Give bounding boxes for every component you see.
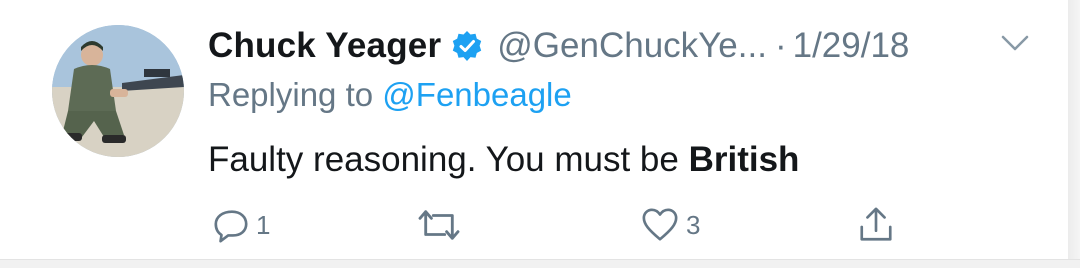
tweet-card[interactable]: Chuck Yeager @GenChuckYe... · 1/29/18 Re… — [0, 0, 1068, 260]
reply-mention-link[interactable]: @Fenbeagle — [382, 76, 571, 113]
right-edge-shadow — [1068, 0, 1080, 268]
tweet-header: Chuck Yeager @GenChuckYe... · 1/29/18 — [208, 22, 909, 70]
tweet-text-plain: Faulty reasoning. You must be — [208, 140, 679, 179]
tweet-text-bold: British — [688, 140, 800, 179]
retweet-button[interactable] — [412, 200, 472, 250]
verified-badge-icon — [451, 30, 483, 62]
share-icon — [857, 206, 895, 244]
bottom-divider — [0, 259, 1080, 268]
like-icon — [640, 206, 680, 244]
tweet-text: Faulty reasoning. You must be British — [208, 140, 799, 180]
reply-icon — [212, 206, 250, 244]
like-button[interactable]: 3 — [640, 200, 700, 250]
header-separator: · — [774, 26, 787, 65]
author-handle[interactable]: @GenChuckYe... — [497, 26, 767, 66]
tweet-date[interactable]: 1/29/18 — [793, 26, 910, 66]
share-button[interactable] — [857, 200, 895, 250]
author-name[interactable]: Chuck Yeager — [208, 26, 441, 66]
avatar[interactable] — [52, 25, 184, 157]
action-bar: 1 3 — [0, 200, 1068, 250]
replying-prefix: Replying to — [208, 76, 374, 113]
reply-count: 1 — [256, 209, 271, 240]
like-count: 3 — [686, 209, 701, 240]
replying-to-line: Replying to @Fenbeagle — [208, 76, 572, 114]
reply-button[interactable]: 1 — [212, 200, 270, 250]
chevron-down-icon[interactable] — [1000, 32, 1030, 54]
retweet-icon — [412, 206, 466, 244]
avatar-image — [52, 25, 184, 157]
